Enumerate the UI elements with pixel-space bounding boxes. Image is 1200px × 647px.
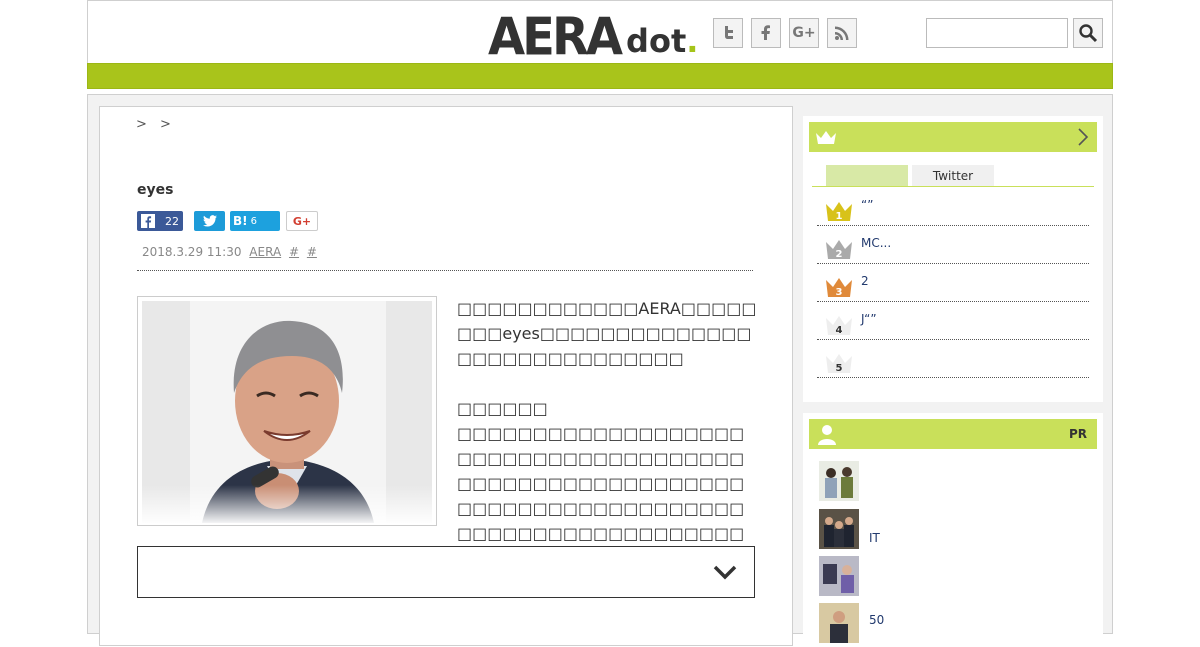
person-icon xyxy=(818,425,836,445)
svg-text:4: 4 xyxy=(836,325,843,336)
facebook-share-button[interactable]: 22 xyxy=(137,211,183,231)
logo-aera-text: AERA xyxy=(488,6,623,68)
pr-title[interactable]: 50 xyxy=(869,613,884,627)
pr-thumbnail[interactable] xyxy=(819,461,859,501)
search-button[interactable] xyxy=(1073,18,1103,48)
rank-4-icon: 4 xyxy=(826,316,852,336)
tab-ranking-twitter[interactable]: Twitter xyxy=(912,165,994,187)
pr-thumbnail-image xyxy=(819,603,859,643)
article-body: □□□□□□□□□□□□AERA□□□□□□□□eyes□□□□□□□□□□□□… xyxy=(457,299,757,568)
bronze-crown-icon: 3 xyxy=(826,278,852,298)
google-plus-icon: G+ xyxy=(292,214,312,228)
ranking-title: J“” xyxy=(861,312,877,326)
source-link[interactable]: AERA xyxy=(249,245,281,259)
google-plus-button[interactable]: G+ xyxy=(789,18,819,48)
ranking-title: MC... xyxy=(861,236,892,250)
ranking-title: “” xyxy=(861,198,874,212)
breadcrumb-separator: > xyxy=(136,117,147,132)
page-wrapper: AERA dot . G+ > > eyes 22 B! 6 G+ 2018.3… xyxy=(87,0,1113,646)
tag-link[interactable]: # xyxy=(307,245,317,259)
pr-thumbnail[interactable] xyxy=(819,603,859,643)
crown-icon xyxy=(816,131,836,144)
pr-thumbnail-image xyxy=(819,461,859,501)
svg-text:5: 5 xyxy=(836,363,843,374)
search-icon xyxy=(1079,24,1098,43)
pr-label: PR xyxy=(1068,427,1087,441)
aera-dot-logo[interactable]: AERA dot . xyxy=(488,6,699,68)
article-meta: 2018.3.29 11:30 AERA # # xyxy=(142,245,317,259)
breadcrumb: > > xyxy=(136,113,179,132)
rss-button[interactable] xyxy=(827,18,857,48)
ranking-item[interactable]: 4 J“” xyxy=(817,302,1089,340)
hatena-bookmark-button[interactable]: B! 6 xyxy=(230,211,280,231)
facebook-button[interactable] xyxy=(751,18,781,48)
svg-text:3: 3 xyxy=(836,287,843,298)
pr-thumbnail[interactable] xyxy=(819,509,859,549)
pr-thumbnail-image xyxy=(819,509,859,549)
rss-icon xyxy=(835,26,849,40)
facebook-share-count: 22 xyxy=(165,214,179,228)
gold-crown-icon: 1 xyxy=(826,202,852,222)
twitter-share-button[interactable] xyxy=(194,211,225,231)
site-header: AERA dot . G+ xyxy=(87,0,1113,64)
facebook-icon xyxy=(141,214,155,228)
pr-thumbnail-image xyxy=(819,556,859,596)
ranking-panel: Twitter 1 “” 2 MC... 3 2 4 J“” 5 xyxy=(803,116,1103,402)
rank-5-icon: 5 xyxy=(826,354,852,374)
ranking-header[interactable] xyxy=(809,122,1097,152)
tag-link[interactable]: # xyxy=(289,245,299,259)
divider xyxy=(137,270,753,271)
google-plus-icon: G+ xyxy=(792,25,816,41)
google-plus-share-button[interactable]: G+ xyxy=(286,211,318,231)
silver-crown-icon: 2 xyxy=(826,240,852,260)
article-photo[interactable] xyxy=(137,296,437,526)
svg-text:2: 2 xyxy=(836,249,843,260)
hatena-icon: B! xyxy=(233,214,248,228)
pr-thumbnail[interactable] xyxy=(819,556,859,596)
tab-ranking-access[interactable] xyxy=(826,165,908,187)
ranking-item[interactable]: 2 MC... xyxy=(817,226,1089,264)
global-nav-bar xyxy=(87,63,1113,89)
content-frame: > > eyes 22 B! 6 G+ 2018.3.29 11:30 AERA xyxy=(87,94,1113,646)
twitter-icon xyxy=(202,215,217,227)
article-title: eyes xyxy=(137,182,174,198)
twitter-icon xyxy=(725,26,733,39)
ranking-item[interactable]: 1 “” xyxy=(817,188,1089,226)
article-date: 2018.3.29 11:30 xyxy=(142,245,242,259)
chevron-right-icon xyxy=(1078,128,1089,146)
article-panel: > > eyes 22 B! 6 G+ 2018.3.29 11:30 AERA xyxy=(99,106,793,646)
twitter-button[interactable] xyxy=(713,18,743,48)
svg-text:1: 1 xyxy=(836,211,843,222)
logo-dot-text: dot xyxy=(626,22,687,60)
chevron-down-icon xyxy=(713,565,737,580)
pr-header: PR xyxy=(809,419,1097,449)
facebook-icon xyxy=(761,25,770,40)
tab-underline xyxy=(812,186,1094,187)
breadcrumb-separator: > xyxy=(160,117,171,132)
read-more-toggle[interactable] xyxy=(137,546,755,598)
ranking-item[interactable]: 3 2 xyxy=(817,264,1089,302)
ranking-item[interactable]: 5 xyxy=(817,340,1089,378)
photo-fade xyxy=(138,485,436,525)
pr-panel: PR IT 50 xyxy=(803,413,1103,643)
pr-title[interactable]: IT xyxy=(869,531,880,545)
search-input[interactable] xyxy=(926,18,1068,48)
hatena-count: 6 xyxy=(250,215,257,227)
logo-period: . xyxy=(686,22,699,60)
ranking-title: 2 xyxy=(861,274,869,288)
